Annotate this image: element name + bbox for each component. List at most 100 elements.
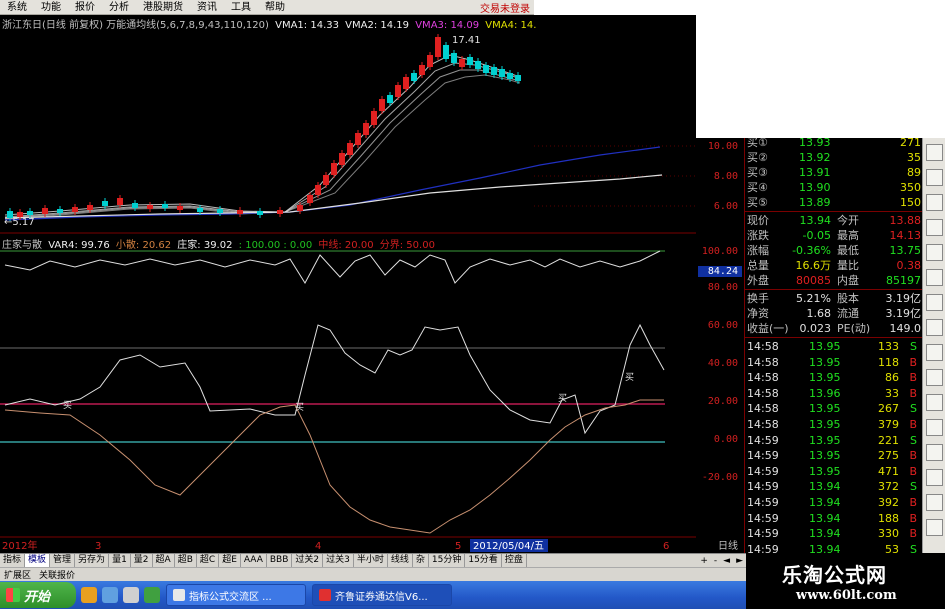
tab-item[interactable]: 量2 xyxy=(131,554,153,567)
tab-item[interactable]: 半小时 xyxy=(354,554,388,567)
chart-canvas[interactable]: 17.41←5.17买 买买买2012年 3 4 5 62012/05/04/五 xyxy=(0,15,696,553)
tick-volume: 330 xyxy=(878,527,899,541)
tab-prev-button[interactable]: ◄ xyxy=(720,556,733,566)
tab-item[interactable]: 过关2 xyxy=(292,554,324,567)
tab-item[interactable]: 量1 xyxy=(109,554,131,567)
finance-label: 换手 xyxy=(747,292,769,305)
tool-icon[interactable] xyxy=(926,344,943,361)
grid-icon[interactable] xyxy=(926,244,943,261)
tab-item[interactable]: BBB xyxy=(267,554,293,567)
candle-body xyxy=(475,61,481,69)
ind-y-label: -20.00 xyxy=(701,472,738,483)
tab-next-button[interactable]: ► xyxy=(733,556,746,566)
divider xyxy=(745,211,922,212)
quicklaunch-desktop-icon[interactable] xyxy=(123,587,139,603)
pen-icon[interactable] xyxy=(926,369,943,386)
extension-area-button[interactable]: 扩展区 xyxy=(0,568,35,581)
taskbar-item-tdx[interactable]: 齐鲁证券通达信V6... xyxy=(312,584,452,606)
tab-item[interactable]: 15分钟 xyxy=(429,554,466,567)
menu-news[interactable]: 资讯 xyxy=(190,0,224,15)
menu-tools[interactable]: 工具 xyxy=(224,0,258,15)
current-value-tag: 84.24 xyxy=(698,266,742,277)
taskbar-item-forum[interactable]: 指标公式交流区 ... xyxy=(166,584,306,606)
start-button[interactable]: 开始 xyxy=(0,582,76,608)
tab-item[interactable]: 控盘 xyxy=(502,554,527,567)
x-axis-label: 5 xyxy=(455,541,461,552)
y-label: 6.00 xyxy=(713,201,738,212)
bid-price: 13.91 xyxy=(799,166,831,179)
tab-item[interactable]: 模板 xyxy=(25,554,51,567)
menu-help[interactable]: 帮助 xyxy=(258,0,292,15)
candle-body xyxy=(87,205,93,210)
quicklaunch-browser-icon[interactable] xyxy=(102,587,118,603)
candle-body xyxy=(515,75,521,81)
rsi-icon[interactable] xyxy=(926,294,943,311)
tdx-app-icon xyxy=(319,589,331,601)
book-icon[interactable] xyxy=(926,144,943,161)
tab-item[interactable]: 指标 xyxy=(0,554,26,567)
tab-item[interactable]: 线线 xyxy=(388,554,413,567)
menu-function[interactable]: 功能 xyxy=(34,0,68,15)
refresh-icon[interactable] xyxy=(926,494,943,511)
tick-price: 13.95 xyxy=(809,371,841,385)
candle-body xyxy=(363,123,369,135)
tab-remove-button[interactable]: - xyxy=(711,556,720,566)
zoom-icon[interactable] xyxy=(926,394,943,411)
text-icon[interactable] xyxy=(926,419,943,436)
tab-item[interactable]: 超B xyxy=(175,554,197,567)
list-icon[interactable] xyxy=(926,269,943,286)
bid-price: 13.90 xyxy=(799,181,831,194)
menu-hk-futures[interactable]: 港股期货 xyxy=(136,0,190,15)
tab-item[interactable]: 超E xyxy=(219,554,241,567)
stat-value: 14.13 xyxy=(889,229,922,242)
tab-item[interactable]: 超A xyxy=(153,554,175,567)
menu-quote[interactable]: 报价 xyxy=(68,0,102,15)
chart-area[interactable]: 17.41 ←5.17 买买买买 2012年 3 4 5 6 2012/05/04/五 浙江东日… xyxy=(0,15,696,553)
tick-volume: 86 xyxy=(885,371,899,385)
y-label: 10.00 xyxy=(707,141,738,152)
tick-row: 14:59 13.94 188 B xyxy=(745,511,922,526)
info-icon[interactable] xyxy=(926,519,943,536)
tick-price: 13.94 xyxy=(809,527,841,541)
stat-label: 总量 xyxy=(747,259,769,272)
trade-status[interactable]: 交易未登录 xyxy=(480,0,534,15)
tick-volume: 118 xyxy=(878,355,899,369)
f9-icon[interactable] xyxy=(926,219,943,236)
tick-row: 14:59 13.94 53 S xyxy=(745,542,922,553)
quicklaunch-folder-icon[interactable] xyxy=(81,587,97,603)
tick-price: 13.94 xyxy=(809,511,841,525)
related-quote-button[interactable]: 关联报价 xyxy=(35,568,79,581)
chart-icon[interactable] xyxy=(926,169,943,186)
start-label: 开始 xyxy=(24,589,51,605)
ind-y-label: 40.00 xyxy=(707,358,738,369)
tab-item[interactable]: 15分看 xyxy=(465,554,502,567)
tab-item[interactable]: 过关3 xyxy=(323,554,354,567)
finance-row: 换手 5.21% 股本 3.19亿 xyxy=(745,291,922,306)
tick-side: S xyxy=(910,480,917,494)
tab-item[interactable]: AAA xyxy=(241,554,267,567)
bid-label: 买① xyxy=(747,138,768,149)
quicklaunch-app-icon[interactable] xyxy=(144,587,160,603)
bid-row: 买② 13.92 35 xyxy=(745,150,922,165)
f10-icon[interactable] xyxy=(926,194,943,211)
tab-item[interactable]: 管理 xyxy=(50,554,76,567)
candle-body xyxy=(355,133,361,145)
main-chart-header: 浙江东日(日线 前复权) 万能通均线(5,6,7,8,9,43,110,120)… xyxy=(2,16,539,31)
tab-item[interactable]: 另存为 xyxy=(75,554,110,567)
stat-value: 85197 xyxy=(886,274,921,287)
menu-system[interactable]: 系统 xyxy=(0,0,34,15)
menu-analysis[interactable]: 分析 xyxy=(102,0,136,15)
tick-volume: 379 xyxy=(878,418,899,431)
tick-volume: 188 xyxy=(878,511,899,525)
tab-add-button[interactable]: + xyxy=(697,556,711,566)
settings-icon[interactable] xyxy=(926,469,943,486)
tick-row: 14:58 13.96 33 B xyxy=(745,386,922,401)
tab-item[interactable]: 杂 xyxy=(413,554,429,567)
candle-body xyxy=(42,208,48,214)
arrow-icon[interactable] xyxy=(926,319,943,336)
candle-body xyxy=(162,204,168,208)
tab-item[interactable]: 超C xyxy=(197,554,220,567)
candle-body xyxy=(379,99,385,111)
line-icon[interactable] xyxy=(926,444,943,461)
candle-body xyxy=(217,209,223,213)
